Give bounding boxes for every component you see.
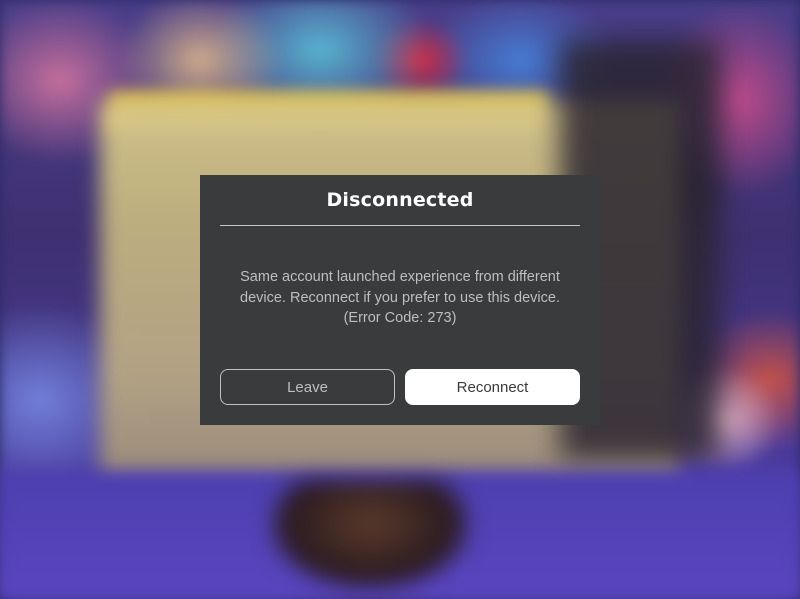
dialog-title: Disconnected [326,189,474,211]
background-shape-figure [270,480,470,590]
title-divider [220,225,580,226]
dialog-buttons: Leave Reconnect [220,369,580,405]
disconnected-dialog: Disconnected Same account launched exper… [200,175,600,425]
message-line: Same account launched experience from di… [240,269,560,285]
dialog-message: Same account launched experience from di… [220,267,580,329]
message-line: device. Reconnect if you prefer to use t… [240,289,560,306]
error-code-line: (Error Code: 273) [343,310,457,326]
reconnect-button[interactable]: Reconnect [405,369,580,405]
leave-button[interactable]: Leave [220,369,395,405]
